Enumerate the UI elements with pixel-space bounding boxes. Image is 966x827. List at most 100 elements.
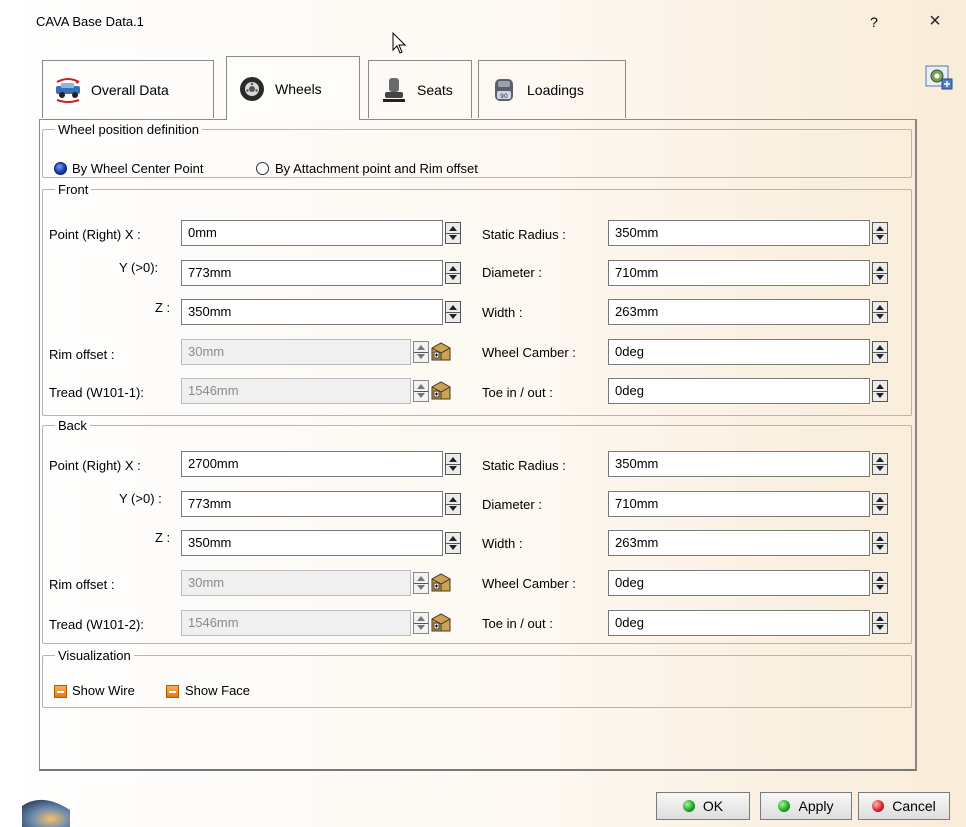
front-static-radius-spinner[interactable]: [872, 222, 888, 244]
back-diameter-spinner[interactable]: [872, 493, 888, 515]
front-z-spinner[interactable]: [445, 301, 461, 323]
radio-by-attachment-point-label: By Attachment point and Rim offset: [275, 161, 478, 176]
window-title: CAVA Base Data.1: [36, 14, 144, 29]
title-bar: CAVA Base Data.1 ? ×: [22, 0, 966, 44]
show-face-label: Show Face: [185, 683, 251, 698]
front-static-radius-field[interactable]: 350mm: [608, 220, 870, 246]
front-wheel-camber-field[interactable]: 0deg: [608, 339, 870, 365]
wheels-tab-panel: Wheel position definition By Wheel Cente…: [39, 119, 917, 771]
back-wheel-camber-spinner[interactable]: [872, 572, 888, 594]
back-diameter-field[interactable]: 710mm: [608, 491, 870, 517]
front-z-field[interactable]: 350mm: [181, 299, 443, 325]
front-rim-offset-spinner: [413, 341, 429, 363]
front-diameter-field[interactable]: 710mm: [608, 260, 870, 286]
svg-text:90: 90: [500, 93, 508, 100]
back-legend: Back: [58, 418, 87, 433]
car-icon: [53, 75, 83, 105]
back-tread-spinner: [413, 612, 429, 634]
front-tread-formula-icon[interactable]: [429, 379, 453, 403]
back-diameter-label: Diameter :: [482, 497, 542, 512]
ok-button[interactable]: OK: [656, 792, 750, 820]
front-diameter-spinner[interactable]: [872, 262, 888, 284]
cancel-button-label: Cancel: [892, 798, 936, 814]
radio-by-wheel-center-point-label: By Wheel Center Point: [72, 161, 204, 176]
tab-wheels[interactable]: Wheels: [226, 56, 360, 120]
back-y-label: Y (>0) :: [119, 491, 162, 506]
show-wire-checkbox[interactable]: [54, 685, 67, 698]
tab-loadings[interactable]: 90 Loadings: [478, 60, 626, 118]
back-z-label: Z :: [155, 530, 171, 545]
back-width-field[interactable]: 263mm: [608, 530, 870, 556]
apply-button-label: Apply: [798, 798, 834, 814]
back-point-x-label: Point (Right) X :: [49, 458, 141, 473]
back-wheel-camber-label: Wheel Camber :: [482, 576, 576, 591]
back-static-radius-label: Static Radius :: [482, 458, 566, 473]
wheel-icon: [237, 74, 267, 104]
front-legend: Front: [58, 182, 89, 197]
back-tread-field: 1546mm: [181, 610, 411, 636]
back-toe-label: Toe in / out :: [482, 616, 553, 631]
show-face-checkbox[interactable]: [166, 685, 179, 698]
back-point-x-spinner[interactable]: [445, 453, 461, 475]
front-point-x-label: Point (Right) X :: [49, 227, 141, 242]
tab-overall-data-label: Overall Data: [91, 81, 169, 98]
front-rim-offset-label: Rim offset :: [49, 347, 115, 362]
tab-loadings-label: Loadings: [527, 81, 584, 98]
close-button[interactable]: ×: [920, 8, 950, 34]
loading-icon: 90: [489, 75, 519, 105]
cava-base-data-dialog: CAVA Base Data.1 ? × Overall Data Wheels…: [22, 0, 966, 827]
back-point-x-field[interactable]: 2700mm: [181, 451, 443, 477]
back-y-spinner[interactable]: [445, 493, 461, 515]
back-tread-formula-icon[interactable]: [429, 611, 453, 635]
back-toe-spinner[interactable]: [872, 612, 888, 634]
radio-by-attachment-point[interactable]: [256, 162, 269, 175]
back-static-radius-field[interactable]: 350mm: [608, 451, 870, 477]
help-button[interactable]: ?: [862, 10, 886, 34]
back-static-radius-spinner[interactable]: [872, 453, 888, 475]
back-toe-field[interactable]: 0deg: [608, 610, 870, 636]
front-wheel-camber-label: Wheel Camber :: [482, 345, 576, 360]
back-rim-offset-spinner: [413, 572, 429, 594]
back-rim-offset-field: 30mm: [181, 570, 411, 596]
front-width-spinner[interactable]: [872, 301, 888, 323]
front-rim-offset-field: 30mm: [181, 339, 411, 365]
radio-by-wheel-center-point[interactable]: [54, 162, 67, 175]
front-wheel-camber-spinner[interactable]: [872, 341, 888, 363]
front-rim-offset-formula-icon[interactable]: [429, 340, 453, 364]
wheel-position-legend: Wheel position definition: [58, 122, 199, 137]
front-z-label: Z :: [155, 300, 171, 315]
cancel-status-icon: [872, 800, 885, 812]
front-toe-field[interactable]: 0deg: [608, 378, 870, 404]
show-wire-label: Show Wire: [72, 683, 135, 698]
apply-button[interactable]: Apply: [760, 792, 852, 820]
seat-icon: [379, 75, 409, 105]
front-diameter-label: Diameter :: [482, 265, 542, 280]
front-point-x-field[interactable]: 0mm: [181, 220, 443, 246]
back-tread-label: Tread (W101-2):: [49, 617, 144, 632]
apply-status-icon: [778, 800, 791, 812]
tab-seats[interactable]: Seats: [368, 60, 472, 118]
front-y-spinner[interactable]: [445, 262, 461, 284]
cancel-button[interactable]: Cancel: [858, 792, 950, 820]
front-y-field[interactable]: 773mm: [181, 260, 443, 286]
front-toe-label: Toe in / out :: [482, 385, 553, 400]
catalog-settings-icon[interactable]: [924, 62, 954, 92]
back-z-field[interactable]: 350mm: [181, 530, 443, 556]
front-tread-label: Tread (W101-1):: [49, 385, 144, 400]
back-rim-offset-formula-icon[interactable]: [429, 571, 453, 595]
tab-wheels-label: Wheels: [275, 80, 322, 97]
tab-overall-data[interactable]: Overall Data: [42, 60, 214, 118]
front-point-x-spinner[interactable]: [445, 222, 461, 244]
back-y-field[interactable]: 773mm: [181, 491, 443, 517]
front-width-label: Width :: [482, 305, 523, 320]
visualization-group: Visualization: [42, 648, 912, 708]
back-z-spinner[interactable]: [445, 532, 461, 554]
front-toe-spinner[interactable]: [872, 380, 888, 402]
mouse-cursor-icon: [392, 32, 407, 54]
front-y-label: Y (>0):: [119, 260, 159, 275]
front-width-field[interactable]: 263mm: [608, 299, 870, 325]
catia-compass-logo-icon: [22, 799, 70, 827]
front-static-radius-label: Static Radius :: [482, 227, 566, 242]
back-wheel-camber-field[interactable]: 0deg: [608, 570, 870, 596]
back-width-spinner[interactable]: [872, 532, 888, 554]
